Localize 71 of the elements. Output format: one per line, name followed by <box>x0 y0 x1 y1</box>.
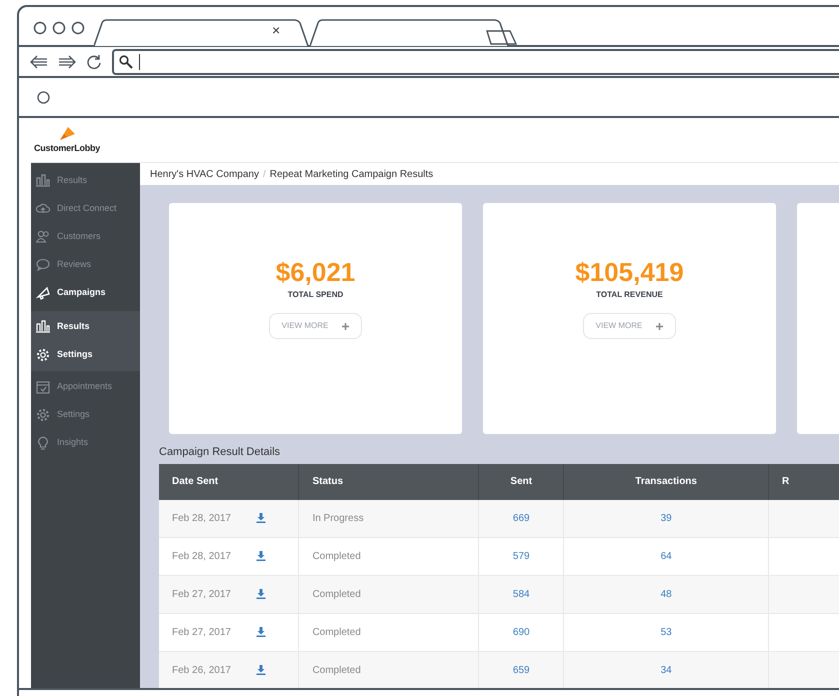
sidebar-item[interactable]: Direct Connect <box>31 195 140 223</box>
settings-icon <box>36 348 50 362</box>
calendar-icon <box>36 380 50 394</box>
bar-chart-icon <box>36 320 50 334</box>
forward-icon[interactable] <box>58 54 76 68</box>
circle-icon <box>37 90 50 104</box>
people-icon <box>36 230 50 244</box>
link-number[interactable]: 53 <box>660 627 672 638</box>
date-text: Feb 27, 2017 <box>172 626 232 640</box>
download-icon[interactable] <box>256 627 266 638</box>
sidebar-item[interactable]: Appointments <box>31 373 140 401</box>
back-icon[interactable] <box>30 54 48 68</box>
breadcrumb-item[interactable]: Henry's HVAC Company <box>150 166 259 182</box>
window-controls-icon[interactable] <box>33 21 85 35</box>
address-field[interactable] <box>112 48 839 74</box>
link-number[interactable]: 64 <box>660 551 672 562</box>
link-number[interactable]: 39 <box>660 512 672 524</box>
brand-name: CustomerLobby <box>34 143 102 153</box>
stat-value: $6,021 <box>276 257 356 288</box>
link-number[interactable]: 584 <box>512 589 530 600</box>
download-icon[interactable] <box>256 665 266 676</box>
speech-bubble-icon <box>36 258 50 272</box>
status-text: Completed <box>312 589 361 600</box>
sidebar-item[interactable]: Reviews <box>31 251 140 279</box>
download-icon[interactable] <box>256 551 266 562</box>
status-text: Completed <box>312 551 361 562</box>
new-tab-icon[interactable] <box>486 30 518 46</box>
sidebar-item[interactable]: Settings <box>31 401 140 429</box>
date-text: Feb 26, 2017 <box>172 664 232 678</box>
stat-value: $105,419 <box>575 257 684 288</box>
breadcrumb-separator: / <box>262 168 266 182</box>
status-text: In Progress <box>312 512 364 524</box>
view-more-button[interactable]: VIEW MORE <box>582 313 676 340</box>
date-text: Feb 28, 2017 <box>172 512 232 526</box>
reload-icon[interactable] <box>86 54 102 70</box>
link-number[interactable]: 34 <box>660 665 672 676</box>
view-more-button[interactable]: VIEW MORE <box>268 313 362 340</box>
sidebar-item[interactable]: Results <box>31 313 140 341</box>
link-number[interactable]: 48 <box>660 589 672 600</box>
sidebar-item[interactable]: Campaigns <box>31 279 140 307</box>
close-icon[interactable]: × <box>272 23 280 37</box>
plus-icon <box>342 322 350 330</box>
section-title: Campaign Result Details <box>158 445 282 460</box>
cloud-icon <box>36 202 50 216</box>
bar-chart-icon <box>36 174 50 188</box>
link-number[interactable]: 669 <box>512 512 530 524</box>
text-cursor <box>139 54 140 70</box>
link-number[interactable]: 659 <box>512 665 530 676</box>
search-icon <box>119 54 133 68</box>
stat-label: TOTAL REVENUE <box>596 289 663 302</box>
megaphone-icon <box>36 286 50 300</box>
download-icon[interactable] <box>256 589 266 600</box>
link-number[interactable]: 690 <box>512 627 530 638</box>
link-number[interactable]: 579 <box>512 551 530 562</box>
sidebar-item[interactable]: Insights <box>31 429 140 457</box>
megaphone-logo-icon <box>58 126 76 142</box>
breadcrumb-item[interactable]: Repeat Marketing Campaign Results <box>270 166 434 182</box>
date-text: Feb 28, 2017 <box>172 550 232 564</box>
plus-icon <box>656 322 664 330</box>
settings-icon <box>36 408 50 422</box>
date-text: Feb 27, 2017 <box>172 588 232 602</box>
sidebar-item[interactable]: Settings <box>31 341 140 369</box>
stat-label: TOTAL SPEND <box>288 289 344 302</box>
sidebar-item[interactable]: Results <box>31 167 140 195</box>
browser-tab[interactable] <box>310 19 510 47</box>
download-icon[interactable] <box>256 513 266 524</box>
status-text: Completed <box>312 665 361 676</box>
status-text: Completed <box>312 627 361 638</box>
sidebar-item[interactable]: Customers <box>31 223 140 251</box>
browser-tab[interactable] <box>94 19 309 47</box>
lightbulb-icon <box>36 436 50 450</box>
